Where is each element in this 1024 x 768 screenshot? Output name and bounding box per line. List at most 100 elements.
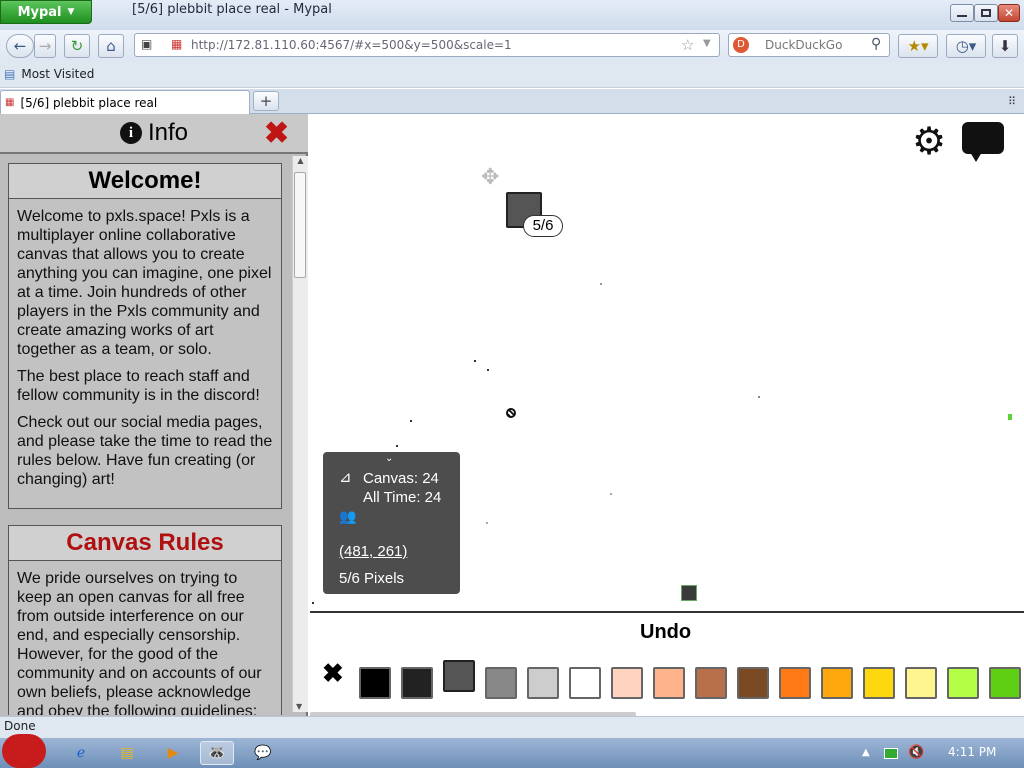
reload-icon: ↻ [70,37,84,55]
internet-explorer-icon[interactable]: ℯ [64,741,98,765]
rules-heading: Canvas Rules [9,526,281,561]
canvas-pixel [487,369,489,371]
home-icon: ⌂ [106,37,116,55]
mypal-taskbar-icon[interactable]: 🦝 [200,741,234,765]
chat-taskbar-icon[interactable]: 💬 [246,741,280,765]
welcome-card: Welcome! Welcome to pxls.space! Pxls is … [8,163,282,509]
minimize-icon [957,15,967,17]
downloads-button[interactable]: ⬇ [992,34,1018,58]
forward-button[interactable]: → [34,34,56,58]
duckduckgo-icon: D [733,37,749,53]
users-icon: 👥 [339,508,357,524]
palette-swatch[interactable] [737,667,769,699]
cursor-pixel-count: 5/6 [523,215,563,237]
url-history-dropdown-icon[interactable]: ▼ [703,38,711,49]
chevron-down-icon: ▼ [67,7,75,17]
info-close-button[interactable]: ✖ [264,119,289,149]
back-arrow-icon: ← [13,37,27,55]
settings-gear-icon[interactable]: ⚙ [912,122,946,160]
close-window-button[interactable]: ✕ [998,4,1020,22]
palette-swatch[interactable] [527,667,559,699]
palette-swatch[interactable] [359,667,391,699]
window-title: [5/6] plebbit place real - Mypal [132,2,332,17]
canvas-pixel [396,445,398,447]
show-hidden-icons[interactable]: ▲ [862,747,870,758]
palette-swatch[interactable] [653,667,685,699]
stats-box: ⌄ ⊿ Canvas: 24 All Time: 24 👥 (481, 261)… [323,452,460,594]
status-bar: Done [0,716,1024,738]
search-input[interactable]: D DuckDuckGo ⚲ [728,33,890,57]
palette-swatch[interactable] [821,667,853,699]
canvas-marker-icon [506,408,516,418]
app-menu-label: Mypal [17,4,62,20]
canvas-pixel [758,396,760,398]
canvas-pixel [486,522,488,524]
bookmark-label: Most Visited [21,67,95,81]
palette-swatch[interactable] [779,667,811,699]
canvas-pixel [600,283,602,285]
search-icon[interactable]: ⚲ [871,36,881,52]
canvas-pixel [312,602,314,604]
palette-swatch[interactable] [947,667,979,699]
undo-button[interactable]: Undo [640,621,691,644]
palette-swatch[interactable] [485,667,517,699]
search-placeholder: DuckDuckGo [765,38,843,52]
canvas-pixel [1008,414,1012,420]
palette-swatch[interactable] [695,667,727,699]
info-icon: i [119,122,142,144]
media-player-icon[interactable]: ▶ [156,741,190,765]
tab-favicon-icon: ▦ [5,97,15,108]
site-favicon-icon: ▦ [171,37,183,51]
palette-swatch[interactable] [989,667,1021,699]
download-icon: ⬇ [998,37,1012,55]
volume-muted-icon[interactable]: 🔇 [908,745,924,760]
scroll-up-icon[interactable]: ▲ [293,156,308,165]
palette-deselect-button[interactable]: ✖ [322,658,344,689]
stats-coordinates[interactable]: (481, 261) [339,543,407,560]
palette-swatch[interactable] [611,667,643,699]
taskbar-clock[interactable]: 4:11 PM [948,745,996,759]
new-tab-button[interactable]: + [253,91,279,111]
site-info-icon: ▣ [141,37,153,51]
chevron-down-icon[interactable]: ⌄ [385,453,393,464]
welcome-paragraph-2: The best place to reach staff and fellow… [17,368,260,404]
info-panel-header: i Info [0,114,308,154]
folder-icon: ▤ [4,67,16,81]
tab-label: [5/6] plebbit place real [20,95,158,110]
back-button[interactable]: ← [6,34,34,58]
home-button[interactable]: ⌂ [98,34,124,58]
reload-button[interactable]: ↻ [64,34,90,58]
welcome-paragraph-3: Check out our social media pages, and pl… [17,414,273,488]
canvas-pixel [410,420,412,422]
palette-swatch[interactable] [443,660,475,692]
start-button-icon[interactable] [2,734,46,768]
tab-active[interactable]: ▦ [5/6] plebbit place real [0,90,250,114]
palette-swatch[interactable] [401,667,433,699]
close-icon: ✕ [1003,6,1015,20]
welcome-paragraph-1: Welcome to pxls.space! Pxls is a multipl… [17,208,272,358]
url-bar[interactable]: ▣ ▦ http://172.81.110.60:4567/#x=500&y=5… [134,33,720,57]
palette-swatch[interactable] [569,667,601,699]
info-scrollbar-thumb[interactable] [294,172,306,278]
bookmark-most-visited[interactable]: ▤ Most Visited [4,67,94,81]
chat-icon[interactable] [962,122,1004,162]
stats-alltime-count: All Time: 24 [363,489,442,506]
stats-canvas-count: Canvas: 24 [363,470,439,487]
palette-swatch[interactable] [905,667,937,699]
scroll-down-icon[interactable]: ▼ [296,702,302,711]
file-explorer-icon[interactable]: ▤ [110,741,144,765]
move-cursor-icon: ✥ [481,165,500,190]
rules-card: Canvas Rules We pride ourselves on tryin… [8,525,282,715]
url-text: http://172.81.110.60:4567/#x=500&y=500&s… [191,38,512,52]
app-menu-button[interactable]: Mypal ▼ [0,0,92,24]
bookmark-star-icon[interactable]: ☆ [681,36,694,54]
list-all-tabs-icon[interactable]: ⠿ [1008,95,1016,108]
history-clock-icon: ◷▾ [955,37,977,55]
restore-button[interactable] [974,4,998,22]
info-panel-title: Info [147,119,189,146]
network-icon[interactable] [884,748,898,759]
palette-swatch[interactable] [863,667,895,699]
bookmarks-menu-button[interactable]: ★▾ [898,34,938,58]
minimize-button[interactable] [950,4,974,22]
history-button[interactable]: ◷▾ [946,34,986,58]
